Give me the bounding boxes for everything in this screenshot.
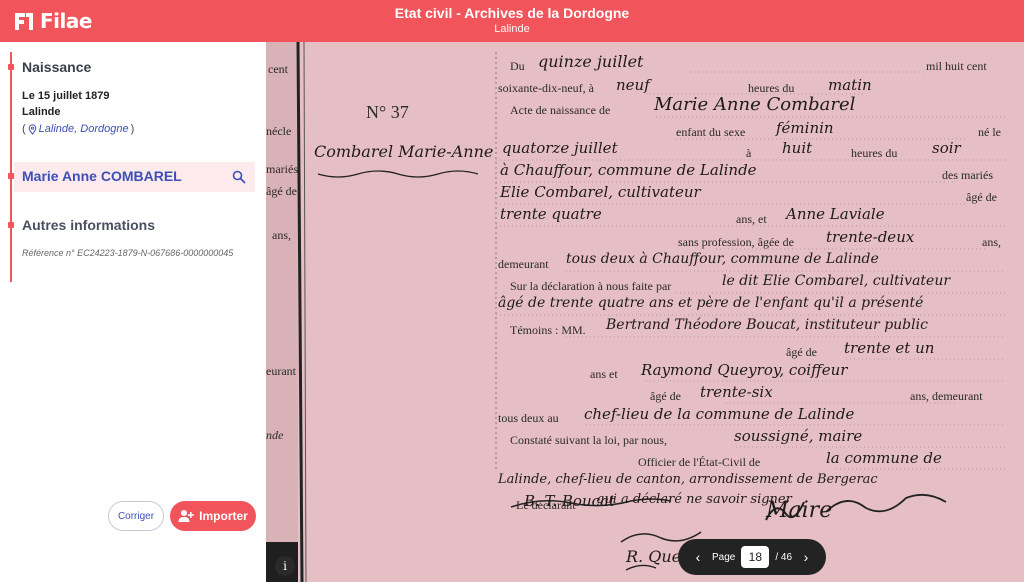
printed-text: Du: [510, 59, 525, 73]
printed-text: Constaté suivant la loi, par nous,: [510, 433, 667, 447]
handwritten-text: soussigné, maire: [734, 427, 863, 445]
previous-page-button[interactable]: ‹: [690, 549, 706, 565]
printed-text: Témoins : MM.: [510, 323, 586, 337]
printed-text: âgé de: [786, 345, 817, 359]
handwritten-text: Lalinde, chef-lieu de canton, arrondisse…: [498, 472, 878, 487]
record-number: N° 37: [366, 102, 409, 122]
printed-text: âgé de: [966, 190, 997, 204]
printed-text: Sur la déclaration à nous faite par: [510, 279, 672, 293]
margin-word: mariés: [266, 162, 298, 176]
page-navigator: ‹ Page 18 / 46 ›: [678, 539, 826, 575]
handwritten-text: Bertrand Théodore Boucat, instituteur pu…: [606, 317, 928, 333]
printed-text: ans et: [590, 367, 618, 381]
handwritten-text: Elie Combarel, cultivateur: [500, 183, 701, 201]
birth-city: Lalinde: [22, 106, 61, 118]
handwritten-text: huit: [782, 139, 813, 157]
person-card[interactable]: Marie Anne COMBAREL: [14, 162, 255, 192]
printed-text: des mariés: [942, 168, 993, 182]
timeline-dot: [8, 64, 14, 70]
place-link[interactable]: Lalinde, Dordogne: [39, 123, 129, 135]
handwritten-text: chef-lieu de la commune de Lalinde: [584, 405, 855, 423]
paren-open: (: [22, 123, 26, 135]
page-label: Page: [711, 551, 736, 563]
margin-name: Combarel Marie-Anne: [314, 142, 494, 161]
handwritten-text: Anne Laviale: [786, 205, 885, 223]
signature: B. T. Boucat: [524, 492, 615, 510]
archive-title: Etat civil - Archives de la Dordogne: [394, 5, 630, 21]
printed-text: ans, et: [736, 212, 767, 226]
page-total: / 46: [775, 551, 793, 563]
birth-place: ( Lalinde, Dordogne ): [22, 123, 134, 135]
top-bar: Filae Etat civil - Archives de la Dordog…: [0, 0, 1024, 42]
printed-text: demeurant: [498, 257, 549, 271]
corriger-button[interactable]: Corriger: [108, 501, 164, 531]
record-reference: Référence n° EC24223-1879-N-067686-00000…: [22, 248, 234, 258]
section-naissance-title: Naissance: [22, 59, 92, 75]
next-page-button[interactable]: ›: [798, 549, 814, 565]
margin-word: nécle: [266, 124, 292, 138]
archive-subtitle: Lalinde: [494, 23, 530, 35]
printed-text: ans, demeurant: [910, 389, 983, 403]
handwritten-text: trente-deux: [826, 228, 915, 246]
section-autres-title: Autres informations: [22, 217, 156, 233]
margin-word: eurant: [266, 364, 296, 378]
printed-text: tous deux au: [498, 411, 559, 425]
handwritten-text: âgé de trente quatre ans et père de l'en…: [498, 295, 924, 311]
handwritten-text: le dit Elie Combarel, cultivateur: [722, 273, 951, 289]
handwritten-text: à Chauffour, commune de Lalinde: [500, 161, 757, 179]
printed-text: sans profession, âgée de: [678, 235, 794, 249]
handwritten-text: Marie Anne Combarel: [654, 94, 856, 115]
handwritten-text: quatorze juillet: [502, 139, 618, 157]
timeline-line: [10, 52, 12, 282]
timeline-dot: [8, 222, 14, 228]
handwritten-text: trente et un: [844, 339, 935, 357]
add-person-icon: [178, 510, 194, 522]
printed-text: né le: [978, 125, 1001, 139]
importer-button[interactable]: Importer: [170, 501, 256, 531]
printed-text: mil huit cent: [926, 59, 987, 73]
page-number-input[interactable]: 18: [741, 546, 770, 568]
handwritten-text: quinze juillet: [538, 52, 644, 71]
person-name[interactable]: Marie Anne COMBAREL: [22, 168, 182, 184]
handwritten-text: neuf: [616, 76, 650, 94]
printed-text: heures du: [851, 146, 898, 160]
handwritten-text: Raymond Queyroy, coiffeur: [641, 361, 848, 379]
handwritten-text: féminin: [776, 119, 834, 137]
document-viewer[interactable]: cent nécle mariés âgé de ans, eurant nde…: [266, 42, 1024, 582]
info-icon[interactable]: i: [275, 556, 295, 576]
handwritten-text: matin: [828, 76, 872, 94]
printed-text: ans,: [982, 235, 1001, 249]
printed-text: âgé de: [650, 389, 681, 403]
signature: Maire: [766, 498, 833, 523]
printed-text: à: [746, 146, 752, 160]
paren-close: ): [130, 123, 135, 135]
margin-word: cent: [268, 62, 288, 76]
handwritten-text: soir: [932, 139, 961, 157]
handwritten-text: tous deux à Chauffour, commune de Lalind…: [566, 251, 879, 267]
page-title: Etat civil - Archives de la Dordogne Lal…: [0, 5, 1024, 36]
printed-text: enfant du sexe: [676, 125, 746, 139]
handwritten-text: trente quatre: [500, 205, 602, 223]
birth-date: Le 15 juillet 1879: [22, 90, 110, 102]
handwritten-text: trente-six: [700, 383, 773, 401]
importer-label: Importer: [199, 509, 248, 523]
margin-word: âgé de: [266, 184, 297, 198]
handwritten-text: qui a déclaré ne savoir signer: [596, 492, 792, 507]
printed-text: Officier de l'État-Civil de: [638, 455, 761, 469]
search-icon[interactable]: [231, 169, 247, 185]
printed-text: soixante-dix-neuf, à: [498, 81, 594, 95]
margin-word: ans,: [272, 228, 291, 242]
handwritten-text: la commune de: [826, 449, 942, 467]
margin-word: nde: [266, 428, 284, 442]
printed-text: Acte de naissance de: [510, 103, 611, 117]
location-pin-icon: [28, 123, 36, 135]
